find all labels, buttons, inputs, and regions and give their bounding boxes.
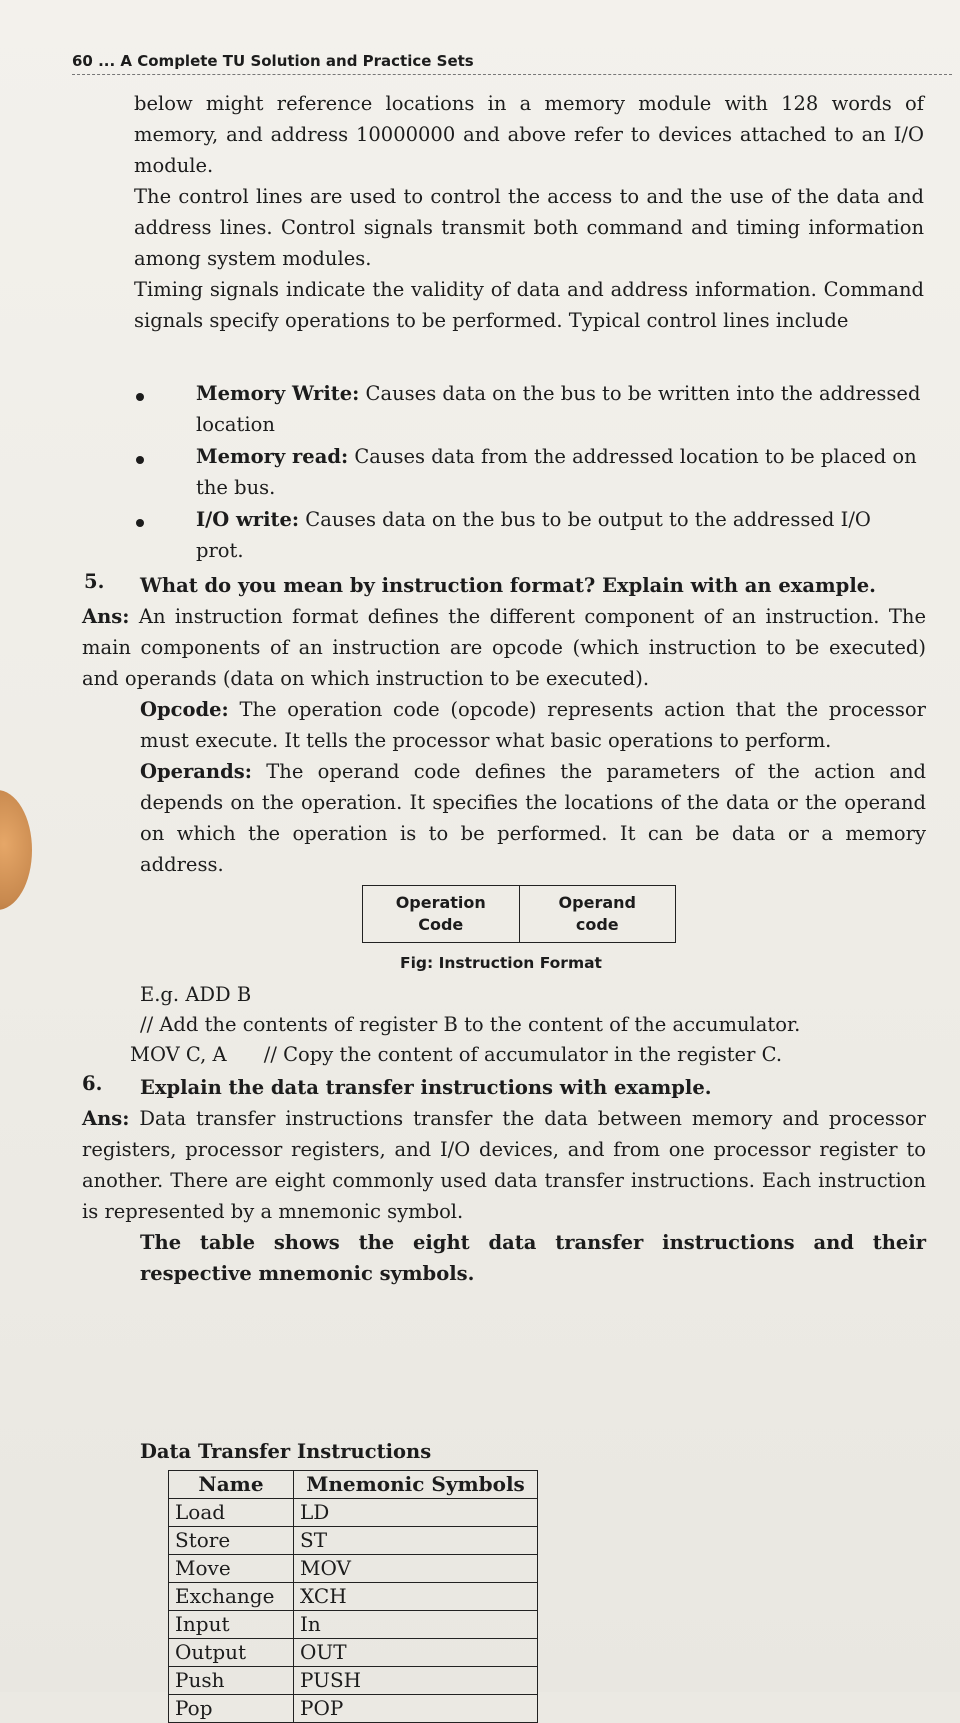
- cell-name: Output: [168, 1638, 294, 1667]
- answer-text: An instruction format defines the differ…: [82, 605, 926, 690]
- answer-text: Data transfer instructions transfer the …: [82, 1107, 926, 1223]
- opcode-text: The operation code (opcode) represents a…: [140, 698, 926, 752]
- bullet-dot: [136, 393, 144, 401]
- example-line: // Add the contents of register B to the…: [140, 1013, 801, 1036]
- header-mnemonic: Mnemonic Symbols: [293, 1470, 538, 1499]
- answer-6: Ans: Data transfer instructions transfer…: [82, 1103, 926, 1227]
- cell-name: Push: [168, 1666, 294, 1695]
- cell-name: Load: [168, 1498, 294, 1527]
- bullet-term: Memory Write:: [196, 382, 360, 405]
- table-row: Output OUT: [168, 1638, 538, 1667]
- cell-mnemonic: PUSH: [293, 1666, 538, 1695]
- thumb-shadow: [0, 790, 32, 910]
- operands-text: The operand code defines the parameters …: [140, 760, 926, 876]
- operands-paragraph: Operands: The operand code defines the p…: [140, 756, 926, 880]
- bullet-dot: [136, 456, 144, 464]
- table-row: Exchange XCH: [168, 1582, 538, 1611]
- table-row: Pop POP: [168, 1694, 538, 1723]
- example-line: MOV C, A // Copy the content of accumula…: [130, 1043, 783, 1066]
- table-header-row: Name Mnemonic Symbols: [168, 1470, 538, 1499]
- table-title: Data Transfer Instructions: [140, 1440, 432, 1463]
- table-row: Store ST: [168, 1526, 538, 1555]
- table-row: Load LD: [168, 1498, 538, 1527]
- table-row: Input In: [168, 1610, 538, 1639]
- operand-code-cell: Operand code: [518, 886, 676, 942]
- cell-name: Exchange: [168, 1582, 294, 1611]
- operands-term: Operands:: [140, 760, 252, 783]
- cell-mnemonic: XCH: [293, 1582, 538, 1611]
- answer-label: Ans:: [82, 1107, 130, 1130]
- bullet-term: I/O write:: [196, 508, 300, 531]
- operation-code-cell: Operation Code: [363, 886, 519, 942]
- page-header: 60 ... A Complete TU Solution and Practi…: [72, 52, 952, 75]
- instruction-format-figure: Operation Code Operand code: [362, 885, 676, 943]
- question-6: Explain the data transfer instructions w…: [140, 1076, 712, 1099]
- question-number-5: 5.: [84, 570, 105, 593]
- example-block: E.g. ADD B // Add the contents of registe…: [130, 980, 930, 1070]
- cell-name: Move: [168, 1554, 294, 1583]
- page: 60 ... A Complete TU Solution and Practi…: [0, 0, 960, 1723]
- cell-mnemonic: In: [293, 1610, 538, 1639]
- answer-label: Ans:: [82, 605, 130, 628]
- opcode-term: Opcode:: [140, 698, 229, 721]
- bullet-dot: [136, 519, 144, 527]
- cell-line: Operand: [558, 893, 636, 912]
- bullet-item-io-write: I/O write: Causes data on the bus to be …: [196, 504, 924, 566]
- question-5: What do you mean by instruction format? …: [140, 574, 876, 597]
- intro-paragraph-3: Timing signals indicate the validity of …: [134, 278, 924, 332]
- intro-paragraph-1: below might reference locations in a mem…: [134, 92, 924, 177]
- bullet-item-memory-write: Memory Write: Causes data on the bus to …: [196, 378, 924, 440]
- answer-5: Ans: An instruction format defines the d…: [82, 601, 926, 694]
- header-name: Name: [168, 1470, 294, 1499]
- opcode-paragraph: Opcode: The operation code (opcode) repr…: [140, 694, 926, 756]
- cell-mnemonic: MOV: [293, 1554, 538, 1583]
- table-intro: The table shows the eight data transfer …: [140, 1231, 926, 1285]
- table-row: Push PUSH: [168, 1666, 538, 1695]
- bullet-term: Memory read:: [196, 445, 349, 468]
- cell-line: code: [575, 915, 619, 934]
- data-transfer-table: Name Mnemonic Symbols Load LD Store ST Mov…: [168, 1470, 538, 1723]
- question-number-6: 6.: [82, 1072, 103, 1095]
- example-line: E.g. ADD B: [140, 983, 252, 1006]
- cell-line: Operation: [395, 893, 486, 912]
- cell-mnemonic: ST: [293, 1526, 538, 1555]
- cell-line: Code: [418, 915, 464, 934]
- cell-mnemonic: LD: [293, 1498, 538, 1527]
- cell-name: Store: [168, 1526, 294, 1555]
- intro-paragraph-2: The control lines are used to control th…: [134, 185, 924, 270]
- cell-name: Pop: [168, 1694, 294, 1723]
- cell-name: Input: [168, 1610, 294, 1639]
- table-row: Move MOV: [168, 1554, 538, 1583]
- figure-caption: Fig: Instruction Format: [400, 954, 602, 972]
- cell-mnemonic: POP: [293, 1694, 538, 1723]
- cell-mnemonic: OUT: [293, 1638, 538, 1667]
- bullet-item-memory-read: Memory read: Causes data from the addres…: [196, 441, 924, 503]
